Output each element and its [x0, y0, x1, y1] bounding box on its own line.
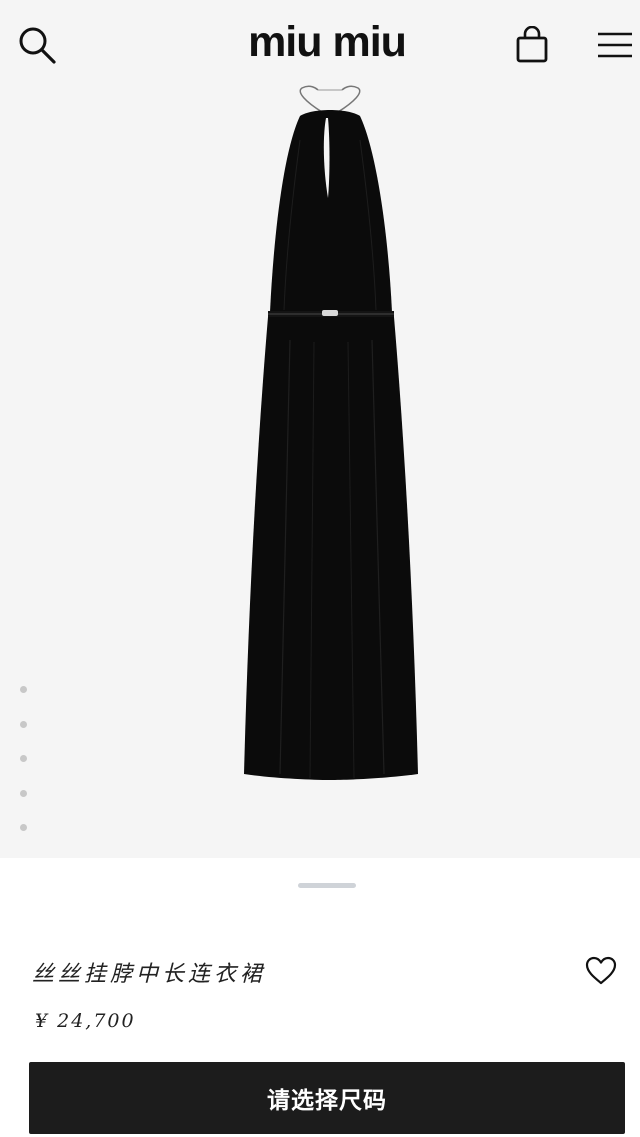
product-price: ¥ 24,700 [35, 1010, 136, 1032]
product-image [244, 85, 418, 780]
menu-button[interactable] [590, 20, 640, 70]
select-size-button[interactable]: 请选择尺码 [29, 1062, 625, 1134]
shopping-bag-icon [516, 26, 548, 63]
top-navigation-bar: miu miu [0, 0, 640, 90]
gallery-dot[interactable] [20, 789, 27, 797]
product-title-row: 丝丝挂脖中长连衣裙 [32, 950, 624, 994]
brand-logo[interactable]: miu miu [214, 18, 440, 64]
gallery-dot[interactable] [20, 755, 27, 762]
product-page: miu miu 丝丝挂脖中长连衣裙 ¥ 24,700 请选择尺码 [0, 0, 640, 1137]
heart-icon [585, 956, 617, 985]
gallery-dot[interactable] [20, 686, 27, 693]
search-icon [19, 27, 56, 64]
drawer-handle[interactable] [298, 883, 356, 888]
product-gallery[interactable]: miu miu [0, 0, 640, 858]
shopping-bag-button[interactable] [508, 20, 556, 70]
search-button[interactable] [12, 20, 62, 70]
svg-text:miu miu: miu miu [248, 18, 406, 64]
menu-icon [598, 32, 632, 58]
product-name: 丝丝挂脖中长连衣裙 [32, 962, 267, 987]
gallery-pagination [20, 686, 30, 859]
gallery-dot[interactable] [20, 824, 27, 831]
gallery-dot[interactable] [20, 720, 27, 728]
favorite-button[interactable] [582, 952, 620, 990]
